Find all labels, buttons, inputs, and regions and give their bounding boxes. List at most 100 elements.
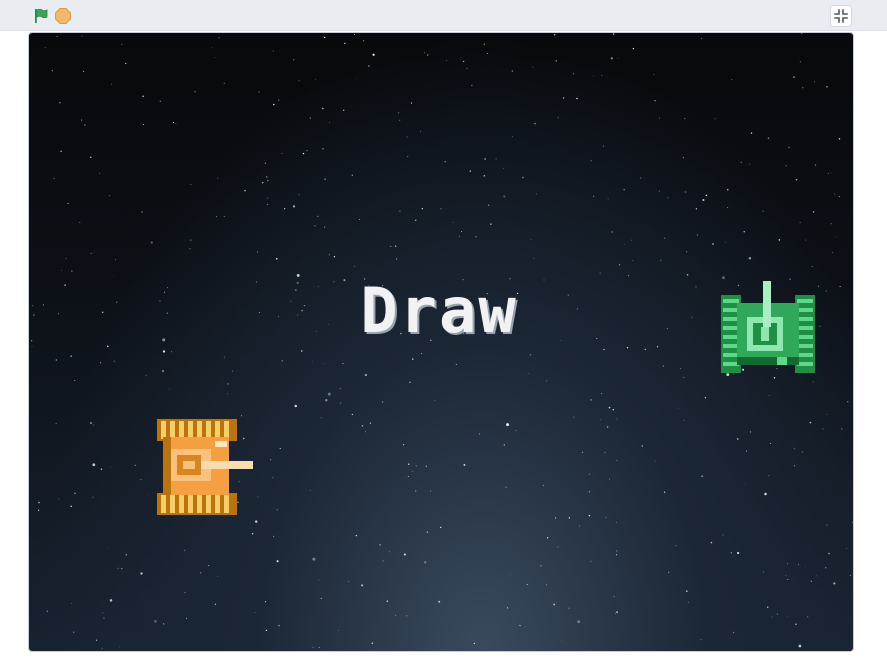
star: [434, 399, 436, 401]
star: [217, 177, 219, 179]
star: [675, 545, 677, 547]
star: [801, 451, 804, 453]
star: [108, 548, 109, 549]
star: [72, 631, 75, 633]
star: [333, 256, 336, 258]
star: [312, 557, 316, 561]
star: [33, 314, 35, 316]
star: [420, 130, 422, 132]
star: [159, 300, 161, 302]
star: [296, 281, 299, 285]
star: [745, 450, 747, 452]
star: [835, 236, 837, 238]
star: [663, 491, 666, 493]
star: [251, 533, 254, 535]
star: [762, 210, 764, 212]
star: [107, 345, 109, 347]
star: [827, 172, 830, 175]
star: [244, 189, 246, 192]
star: [536, 193, 538, 195]
star: [277, 99, 280, 101]
star: [265, 176, 268, 178]
star: [183, 549, 186, 552]
star: [92, 496, 94, 499]
star: [142, 124, 144, 126]
star: [616, 418, 618, 420]
star: [611, 231, 613, 233]
star: [102, 612, 104, 614]
star: [644, 348, 646, 351]
star: [339, 387, 341, 389]
star: [211, 47, 213, 48]
star: [812, 381, 814, 383]
star: [603, 348, 605, 351]
star: [258, 91, 260, 93]
star: [115, 259, 116, 261]
star: [425, 465, 427, 467]
star: [475, 235, 477, 238]
star: [722, 276, 725, 280]
star: [495, 158, 497, 160]
star: [108, 194, 111, 197]
star: [839, 286, 841, 288]
star: [140, 479, 142, 481]
star: [626, 347, 629, 349]
star: [601, 74, 603, 76]
star: [81, 119, 83, 121]
star: [430, 490, 432, 492]
stop-icon[interactable]: [54, 7, 72, 25]
star: [312, 646, 314, 649]
star: [686, 590, 688, 592]
star: [355, 534, 358, 537]
star: [466, 67, 468, 69]
star: [483, 43, 485, 45]
star: [70, 505, 72, 508]
star: [361, 584, 364, 587]
star: [162, 350, 166, 353]
star: [579, 525, 581, 527]
star: [303, 305, 305, 307]
star: [295, 405, 297, 407]
game-stage[interactable]: Draw: [28, 32, 854, 652]
star: [463, 463, 466, 466]
star: [283, 208, 286, 210]
star: [273, 103, 275, 106]
star: [390, 245, 392, 247]
star: [145, 374, 147, 376]
star: [732, 631, 735, 634]
star: [617, 57, 619, 59]
star: [768, 395, 770, 396]
star: [46, 610, 49, 613]
green-flag-icon[interactable]: [32, 7, 50, 25]
star: [812, 211, 815, 213]
star: [254, 611, 256, 613]
star: [528, 372, 530, 374]
star: [82, 70, 85, 73]
star: [55, 359, 57, 361]
star: [110, 466, 111, 468]
star: [553, 603, 556, 606]
star: [71, 270, 73, 272]
star: [338, 630, 339, 631]
star: [662, 365, 664, 367]
star: [276, 509, 278, 511]
star: [581, 451, 584, 454]
star: [100, 362, 102, 364]
star: [627, 274, 630, 277]
star: [814, 81, 815, 83]
star: [318, 579, 320, 581]
exit-fullscreen-icon[interactable]: [830, 5, 852, 27]
star: [276, 560, 279, 563]
star: [95, 639, 98, 641]
orange-tank-icon: [157, 419, 253, 515]
star: [503, 444, 505, 446]
star: [826, 413, 828, 415]
star: [424, 561, 427, 564]
star: [602, 145, 605, 147]
star: [641, 445, 643, 447]
star: [382, 401, 384, 403]
star: [267, 197, 269, 199]
star: [415, 490, 417, 492]
star: [171, 351, 172, 353]
star: [748, 163, 750, 165]
